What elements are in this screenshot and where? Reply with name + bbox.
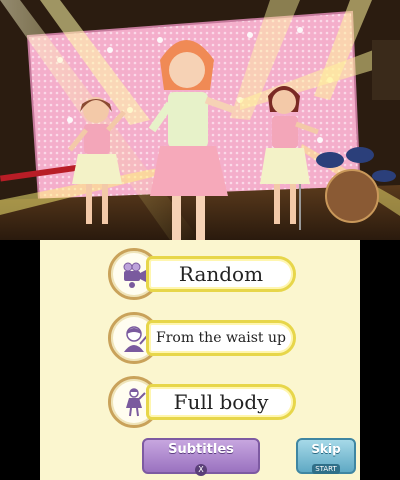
option-full-body-label: Full body — [173, 390, 269, 414]
option-full-body-plate: Full body — [146, 384, 296, 420]
option-random-plate: Random — [146, 256, 296, 292]
subtitles-button[interactable]: Subtitles X — [142, 438, 260, 476]
option-waist-up-label: From the waist up — [156, 330, 286, 346]
option-random-label: Random — [178, 262, 264, 286]
stage-illustration — [0, 0, 400, 240]
skip-button[interactable]: Skip START — [296, 438, 356, 474]
left-letterbox — [0, 240, 40, 480]
skip-button-label: Skip — [311, 442, 341, 456]
option-random[interactable]: Random — [108, 248, 300, 300]
camera-menu: Random From the waist up Full body Subti… — [40, 240, 360, 480]
option-full-body[interactable]: Full body — [108, 376, 300, 428]
subtitles-button-label: Subtitles — [168, 442, 234, 457]
option-waist-up-plate: From the waist up — [146, 320, 296, 356]
x-button-icon: X — [195, 464, 207, 476]
right-letterbox — [360, 240, 400, 480]
start-button-icon: START — [312, 464, 340, 474]
stage-scene — [0, 0, 400, 240]
option-waist-up[interactable]: From the waist up — [108, 312, 300, 364]
